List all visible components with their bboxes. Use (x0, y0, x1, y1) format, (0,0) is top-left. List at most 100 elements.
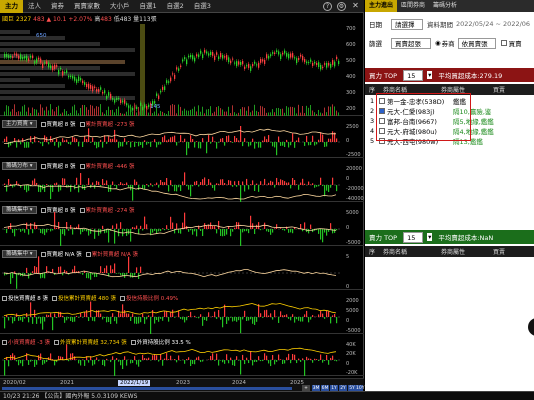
range-value[interactable]: 2022/05/24 ~ 2022/06 (456, 20, 530, 28)
settings-icon[interactable]: ⚙ (337, 2, 346, 11)
tab-chip-analysis[interactable]: 籌碼分析 (429, 0, 461, 12)
indicator-selector[interactable]: 主力買賣 ▾ (2, 120, 37, 128)
col-broker-name-sell[interactable]: 券商名稱 (383, 247, 441, 256)
indicator-selector[interactable]: 籌碼分布 ▾ (2, 162, 37, 170)
indicator-pane-3[interactable]: 籌碼集中 ▾ 買賣超 8 張 累計買賣超 -274 張 5000 0 -5000 (0, 204, 364, 246)
price-pane[interactable]: 700 600 500 400 300 200 650 145 (0, 24, 364, 117)
tab-custom-2[interactable]: 自選2 (162, 0, 189, 13)
volume-bar (220, 108, 221, 116)
date-select[interactable]: 請選擇 (391, 18, 423, 30)
volume-bar (274, 310, 276, 317)
volume-bar (146, 108, 147, 116)
col-buy-sell[interactable]: 買賣 (493, 85, 505, 94)
volume-bar (148, 142, 150, 144)
indicator-selector[interactable]: 籌碼集中 ▾ (2, 250, 37, 258)
volume-bar (218, 310, 220, 317)
indicator-pane-5[interactable]: 投信買賣超 8 張 投信累計買賣超 480 張 投信持股比例 0.49% 2000 50… (0, 292, 364, 334)
legend-item[interactable]: 買賣超 8 張 (40, 206, 76, 214)
volume-bar (222, 229, 224, 237)
buy-top-n-dropdown-icon[interactable]: ▾ (427, 71, 433, 79)
tab-buy-sell-count[interactable]: 買賣家數 (69, 0, 105, 13)
volume-bar (308, 181, 310, 185)
tab-custom-1[interactable]: 自選1 (135, 0, 162, 13)
tab-custom-3[interactable]: 自選3 (189, 0, 216, 13)
help-icon[interactable]: ? (323, 2, 332, 11)
broker-select[interactable]: 依買賣張 (457, 37, 496, 49)
volume-bar (192, 229, 194, 235)
price-axis-4: 300 (346, 90, 356, 96)
legend-item[interactable]: 買賣超 N/A 張 (40, 250, 82, 258)
indicator-pane-6[interactable]: 小資買賣超 -3 張 外資累計買賣超 32,734 張 外資持股比例 33.5 % 4… (0, 336, 364, 376)
time-scrollbar[interactable] (2, 387, 292, 390)
legend-item[interactable]: 累計買賣超 -274 張 (79, 206, 135, 214)
tab-institutional[interactable]: 法人 (23, 0, 46, 13)
legend-item[interactable]: 投信累計買賣超 480 張 (52, 294, 116, 302)
tab-period-brokers[interactable]: 區間券商 (397, 0, 429, 12)
legend-checkbox[interactable] (120, 296, 125, 301)
volume-bar (288, 317, 290, 319)
legend-checkbox[interactable] (40, 252, 46, 257)
volume-bar (266, 355, 268, 360)
legend-checkbox[interactable] (130, 340, 136, 345)
legend-checkbox[interactable] (2, 296, 7, 301)
legend-checkbox[interactable] (52, 296, 57, 301)
volume-bar (178, 185, 180, 188)
col-broker-attr-sell[interactable]: 券商屬性 (441, 247, 493, 256)
legend-item[interactable]: 投信買賣超 8 張 (2, 294, 48, 302)
legend-checkbox[interactable] (2, 340, 7, 345)
legend-label: 累計買賣超 -273 張 (85, 122, 135, 128)
buy-top-n-select[interactable]: 15 (403, 69, 424, 81)
legend-checkbox[interactable] (79, 164, 85, 169)
panel-collapse-handle[interactable] (528, 318, 534, 336)
volume-bar (178, 229, 180, 234)
legend-item[interactable]: 累計買賣超 -446 張 (79, 162, 135, 170)
tab-margin[interactable]: 資券 (46, 0, 69, 13)
volume-bar (214, 111, 215, 116)
sell-top-n-select[interactable]: 15 (403, 231, 424, 243)
legend-item[interactable]: 外資累計買賣超 32,734 張 (53, 338, 127, 346)
volume-bar (34, 309, 36, 317)
volume-bar (292, 133, 294, 142)
legend-item[interactable]: 外資持股比例 33.5 % (130, 338, 191, 346)
volume-bar (188, 229, 190, 232)
buy-sell-checkbox[interactable] (500, 40, 507, 46)
sell-top-n-dropdown-icon[interactable]: ▾ (427, 233, 433, 241)
legend-label: 投信持股比例 0.49% (126, 296, 179, 302)
tab-main-force-flow[interactable]: 主力進出 (365, 0, 398, 12)
legend-item[interactable]: 累計買賣超 -273 張 (79, 120, 135, 128)
chart-area: 主力 法人 資券 買賣家數 大小戶 自選1 自選2 自選3 ? ⚙ ✕ 國巨 2… (0, 0, 364, 392)
indicator-pane-1[interactable]: 主力買賣 ▾ 買賣超 8 張 累計買賣超 -273 張 2500 0 -2500 (0, 118, 364, 158)
tab-main-force[interactable]: 主力 (0, 0, 23, 13)
volume-bar (12, 353, 14, 360)
tab-large-small-holders[interactable]: 大小戶 (105, 0, 135, 13)
candle (306, 61, 308, 64)
indicator-selector[interactable]: 籌碼集中 ▾ (2, 206, 37, 214)
indicator-pane-4[interactable]: 籌碼集中 ▾ 買賣超 N/A 張 累計買賣超 N/A 張 5 0 (0, 248, 364, 290)
volume-bar (76, 110, 77, 116)
col-buy-sell-sell[interactable]: 買賣 (493, 247, 505, 256)
volume-bar (132, 185, 134, 201)
candle (220, 53, 222, 58)
close-icon[interactable]: ✕ (351, 2, 360, 11)
candle (156, 93, 158, 96)
indicator-pane-2[interactable]: 籌碼分布 ▾ 買賣超 8 張 累計買賣超 -446 張 20000 0 -20000 -40… (0, 160, 364, 202)
filter-select[interactable]: 買賣超張 (391, 37, 431, 49)
legend-checkbox[interactable] (53, 340, 59, 345)
legend-checkbox[interactable] (40, 122, 46, 127)
legend-item[interactable]: 買賣超 8 張 (40, 120, 76, 128)
volume-bar (286, 314, 288, 317)
volume-bar (132, 141, 134, 142)
volume-bar (110, 265, 112, 273)
legend-checkbox[interactable] (85, 252, 91, 257)
legend-item[interactable]: 小資買賣超 -3 張 (2, 338, 50, 346)
legend-item[interactable]: 投信持股比例 0.49% (120, 294, 178, 302)
legend-checkbox[interactable] (79, 122, 85, 127)
volume-bar (44, 185, 46, 192)
legend-checkbox[interactable] (79, 208, 85, 213)
broker-toggle-icon[interactable]: ◉ (435, 39, 441, 47)
legend-item[interactable]: 買賣超 8 張 (40, 162, 76, 170)
volume-bar (214, 141, 216, 142)
legend-checkbox[interactable] (40, 208, 46, 213)
legend-item[interactable]: 累計買賣超 N/A 張 (85, 250, 138, 258)
legend-checkbox[interactable] (40, 164, 46, 169)
